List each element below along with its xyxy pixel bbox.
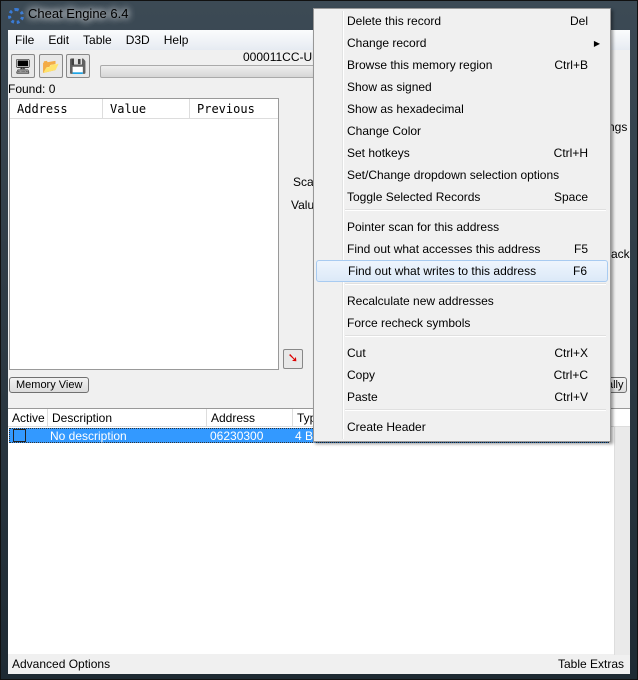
menu-item-shortcut: F6 [572, 264, 587, 278]
value-type-label: Valu [291, 198, 315, 212]
menu-item-shortcut: Space [553, 190, 588, 204]
menu-item-find-out-what-accesses-this-address[interactable]: Find out what accesses this address F5 [316, 238, 608, 260]
menu-item-delete-this-record[interactable]: Delete this record Del [316, 10, 608, 32]
scan-type-label: Sca [293, 175, 314, 189]
menu-separator [345, 409, 606, 411]
found-count: Found: 0 [8, 82, 56, 96]
row-address: 06230300 [210, 429, 264, 443]
menu-item-label: Copy [347, 368, 376, 382]
menu-item-shortcut: Ctrl+B [554, 58, 588, 72]
menu-item-force-recheck-symbols[interactable]: Force recheck symbols [316, 312, 608, 334]
cheat-engine-logo-icon [8, 8, 24, 24]
menu-item-label: Set/Change dropdown selection options [347, 168, 560, 182]
menu-item-show-as-signed[interactable]: Show as signed [316, 76, 608, 98]
bottom-bar: Advanced Options Table Extras [8, 654, 630, 674]
row-description: No description [50, 429, 127, 443]
col-active[interactable]: Active [8, 409, 48, 426]
menu-item-shortcut: Ctrl+X [554, 346, 588, 360]
save-button[interactable]: 💾 [66, 54, 90, 78]
menu-separator [345, 335, 606, 337]
menu-table[interactable]: Table [76, 30, 119, 50]
memory-view-button[interactable]: Memory View [9, 377, 90, 393]
menu-d3d[interactable]: D3D [119, 30, 157, 50]
menu-item-label: Show as hexadecimal [347, 102, 464, 116]
menu-item-label: Set hotkeys [347, 146, 410, 160]
menu-item-label: Recalculate new addresses [347, 294, 494, 308]
scan-results-list[interactable]: Address Value Previous [9, 98, 279, 370]
menu-item-shortcut: F5 [573, 242, 588, 256]
menu-item-recalculate-new-addresses[interactable]: Recalculate new addresses [316, 290, 608, 312]
menu-item-pointer-scan-for-this-address[interactable]: Pointer scan for this address [316, 216, 608, 238]
submenu-arrow-icon: ▶ [593, 38, 600, 48]
menu-item-show-as-hexadecimal[interactable]: Show as hexadecimal [316, 98, 608, 120]
add-to-list-button[interactable]: ➘ [283, 349, 303, 369]
menu-item-shortcut: Ctrl+C [553, 368, 588, 382]
menu-item-shortcut: Ctrl+H [553, 146, 588, 160]
menu-separator [345, 209, 606, 211]
menu-item-label: Toggle Selected Records [347, 190, 481, 204]
floppy-icon: 💾 [69, 57, 87, 74]
menu-item-label: Create Header [347, 420, 426, 434]
menu-item-cut[interactable]: Cut Ctrl+X [316, 342, 608, 364]
active-checkbox[interactable] [13, 429, 26, 442]
menu-item-label: Pointer scan for this address [347, 220, 500, 234]
col-value[interactable]: Value [103, 99, 190, 118]
menu-item-label: Cut [347, 346, 366, 360]
menu-item-shortcut: Ctrl+V [554, 390, 588, 404]
scan-progress-bar [100, 65, 330, 78]
folder-icon: 📂 [42, 57, 60, 74]
menu-item-set-hotkeys[interactable]: Set hotkeys Ctrl+H [316, 142, 608, 164]
table-extras-button[interactable]: Table Extras [558, 657, 624, 671]
menu-item-label: Browse this memory region [347, 58, 493, 72]
menu-item-set-change-dropdown-selection-options[interactable]: Set/Change dropdown selection options [316, 164, 608, 186]
menu-item-label: Delete this record [347, 14, 442, 28]
col-address[interactable]: Address [207, 409, 293, 426]
menu-item-change-record[interactable]: Change record ▶ [316, 32, 608, 54]
vertical-scrollbar[interactable] [614, 427, 630, 655]
menu-item-label: Change record [347, 36, 427, 50]
computer-icon: 🖥 [14, 57, 32, 74]
window-title: Cheat Engine 6.4 [28, 6, 129, 21]
menu-item-copy[interactable]: Copy Ctrl+C [316, 364, 608, 386]
menu-item-change-color[interactable]: Change Color [316, 120, 608, 142]
menu-item-find-out-what-writes-to-this-address[interactable]: Find out what writes to this address F6 [316, 260, 608, 282]
menu-item-browse-this-memory-region[interactable]: Browse this memory region Ctrl+B [316, 54, 608, 76]
menu-help[interactable]: Help [157, 30, 196, 50]
menu-item-shortcut: Del [569, 14, 588, 28]
address-list[interactable]: Active Description Address Typ No descri… [8, 408, 630, 655]
menu-item-label: Force recheck symbols [347, 316, 471, 330]
select-process-button[interactable]: 🖥 [11, 54, 35, 78]
red-arrow-icon: ➘ [287, 350, 299, 365]
col-previous[interactable]: Previous [190, 99, 278, 118]
advanced-options-button[interactable]: Advanced Options [12, 657, 110, 671]
menu-edit[interactable]: Edit [41, 30, 76, 50]
process-name: 000011CC-Unr [243, 50, 323, 64]
menu-item-paste[interactable]: Paste Ctrl+V [316, 386, 608, 408]
context-menu: Delete this record Del Change record ▶ Brows… [313, 8, 611, 442]
menu-separator [345, 283, 606, 285]
menu-item-label: Change Color [347, 124, 422, 138]
menu-item-label: Find out what accesses this address [347, 242, 541, 256]
menu-item-label: Find out what writes to this address [348, 264, 537, 278]
menu-item-label: Paste [347, 390, 378, 404]
col-address[interactable]: Address [10, 99, 103, 118]
menu-item-label: Show as signed [347, 80, 432, 94]
menu-item-create-header[interactable]: Create Header [316, 416, 608, 438]
track-label: ack [611, 247, 630, 261]
menu-item-toggle-selected-records[interactable]: Toggle Selected Records Space [316, 186, 608, 208]
open-button[interactable]: 📂 [39, 54, 63, 78]
menu-file[interactable]: File [8, 30, 41, 50]
col-description[interactable]: Description [48, 409, 207, 426]
